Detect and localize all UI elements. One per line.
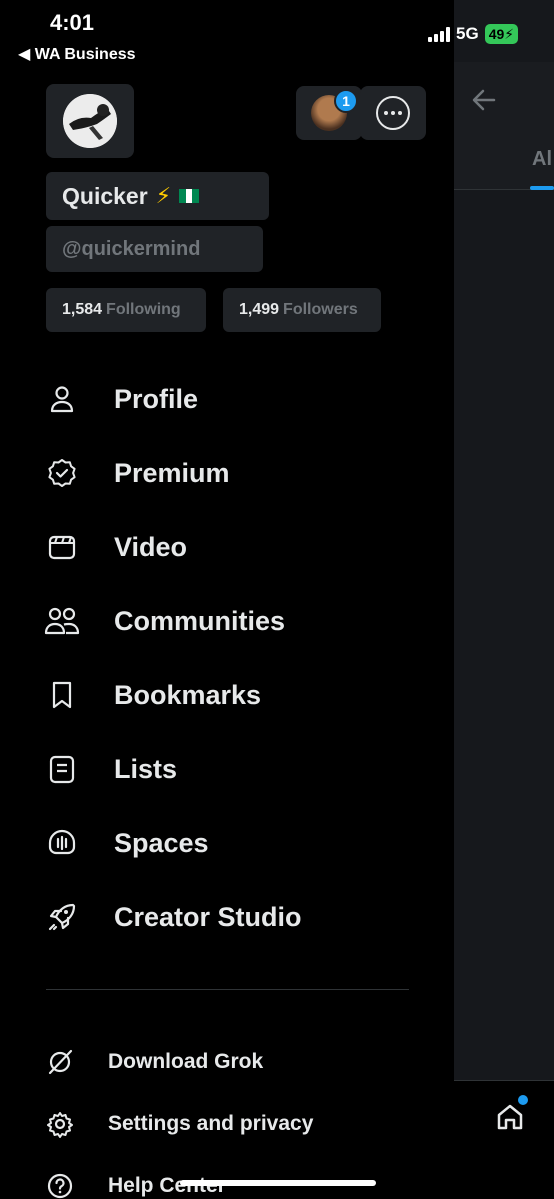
menu-label: Premium bbox=[114, 457, 230, 488]
menu-label: Profile bbox=[114, 383, 199, 414]
menu-divider bbox=[46, 989, 409, 990]
more-options-button[interactable] bbox=[360, 86, 426, 140]
status-time: 4:01 bbox=[50, 10, 95, 35]
back-arrow-icon[interactable] bbox=[470, 86, 498, 114]
menu-item-premium[interactable]: Premium bbox=[40, 445, 440, 501]
menu-label: Lists bbox=[114, 753, 178, 784]
menu-label: Help Center bbox=[108, 1174, 226, 1197]
video-icon bbox=[40, 525, 84, 569]
menu-item-spaces[interactable]: Spaces bbox=[40, 815, 440, 871]
account-notification-badge: 1 bbox=[334, 89, 358, 113]
back-to-app-link[interactable]: ◀ WA Business bbox=[18, 44, 136, 64]
battery-level: 49 bbox=[488, 26, 505, 42]
menu-item-download-grok[interactable]: Download Grok bbox=[40, 1040, 440, 1084]
followers-link[interactable]: 1,499 Followers bbox=[223, 288, 381, 332]
more-icon bbox=[376, 96, 410, 130]
spaces-icon bbox=[40, 821, 84, 865]
person-icon bbox=[40, 377, 84, 421]
menu-label: Video bbox=[114, 531, 188, 562]
menu-label: Settings and privacy bbox=[108, 1112, 314, 1135]
verified-badge-icon bbox=[40, 451, 84, 495]
communities-icon bbox=[40, 599, 84, 643]
menu-item-communities[interactable]: Communities bbox=[40, 593, 440, 649]
menu-item-video[interactable]: Video bbox=[40, 519, 440, 575]
gear-icon bbox=[40, 1104, 80, 1144]
bookmark-icon bbox=[40, 673, 84, 717]
signal-icon bbox=[428, 26, 450, 42]
avatar[interactable] bbox=[46, 84, 134, 158]
tab-all[interactable]: Al bbox=[532, 148, 552, 171]
user-handle: @quickermind bbox=[62, 237, 201, 260]
tab-underline bbox=[530, 186, 554, 190]
menu-item-lists[interactable]: Lists bbox=[40, 741, 440, 797]
followers-label: Followers bbox=[283, 301, 358, 318]
menu-label: Download Grok bbox=[108, 1050, 264, 1073]
menu-label: Communities bbox=[114, 605, 286, 636]
help-icon bbox=[40, 1166, 80, 1199]
main-timeline-panel[interactable]: Al bbox=[454, 0, 554, 1199]
grok-icon bbox=[40, 1042, 80, 1082]
followers-count: 1,499 bbox=[239, 301, 280, 318]
menu-label: Bookmarks bbox=[114, 679, 262, 710]
display-name-box[interactable]: Quicker ⚡ bbox=[46, 172, 269, 220]
display-name: Quicker bbox=[62, 182, 148, 209]
menu-label: Creator Studio bbox=[114, 901, 302, 932]
nigeria-flag-icon bbox=[179, 189, 200, 203]
avatar-image bbox=[63, 94, 117, 148]
handle-box: @quickermind bbox=[46, 226, 263, 272]
menu-item-settings[interactable]: Settings and privacy bbox=[40, 1102, 440, 1146]
menu-item-bookmarks[interactable]: Bookmarks bbox=[40, 667, 440, 723]
network-type: 5G bbox=[456, 24, 479, 43]
side-drawer: 4:01 ◀ WA Business 1 Quicker ⚡ @quickerm… bbox=[0, 0, 454, 1199]
battery-icon: 49⚡ bbox=[484, 24, 519, 44]
status-indicators: 5G 49⚡ bbox=[428, 24, 519, 44]
menu-label: Spaces bbox=[114, 827, 209, 858]
list-icon bbox=[40, 747, 84, 791]
bottom-nav bbox=[454, 1080, 554, 1199]
home-indicator[interactable] bbox=[180, 1180, 376, 1186]
home-icon[interactable] bbox=[494, 1101, 526, 1133]
menu-item-creator-studio[interactable]: Creator Studio bbox=[40, 889, 440, 945]
following-label: Following bbox=[106, 301, 181, 318]
following-count: 1,584 bbox=[62, 301, 103, 318]
menu-item-profile[interactable]: Profile bbox=[40, 371, 440, 427]
following-link[interactable]: 1,584 Following bbox=[46, 288, 206, 332]
notification-dot bbox=[518, 1095, 528, 1105]
rocket-icon bbox=[40, 895, 84, 939]
lightning-icon: ⚡ bbox=[155, 183, 172, 208]
